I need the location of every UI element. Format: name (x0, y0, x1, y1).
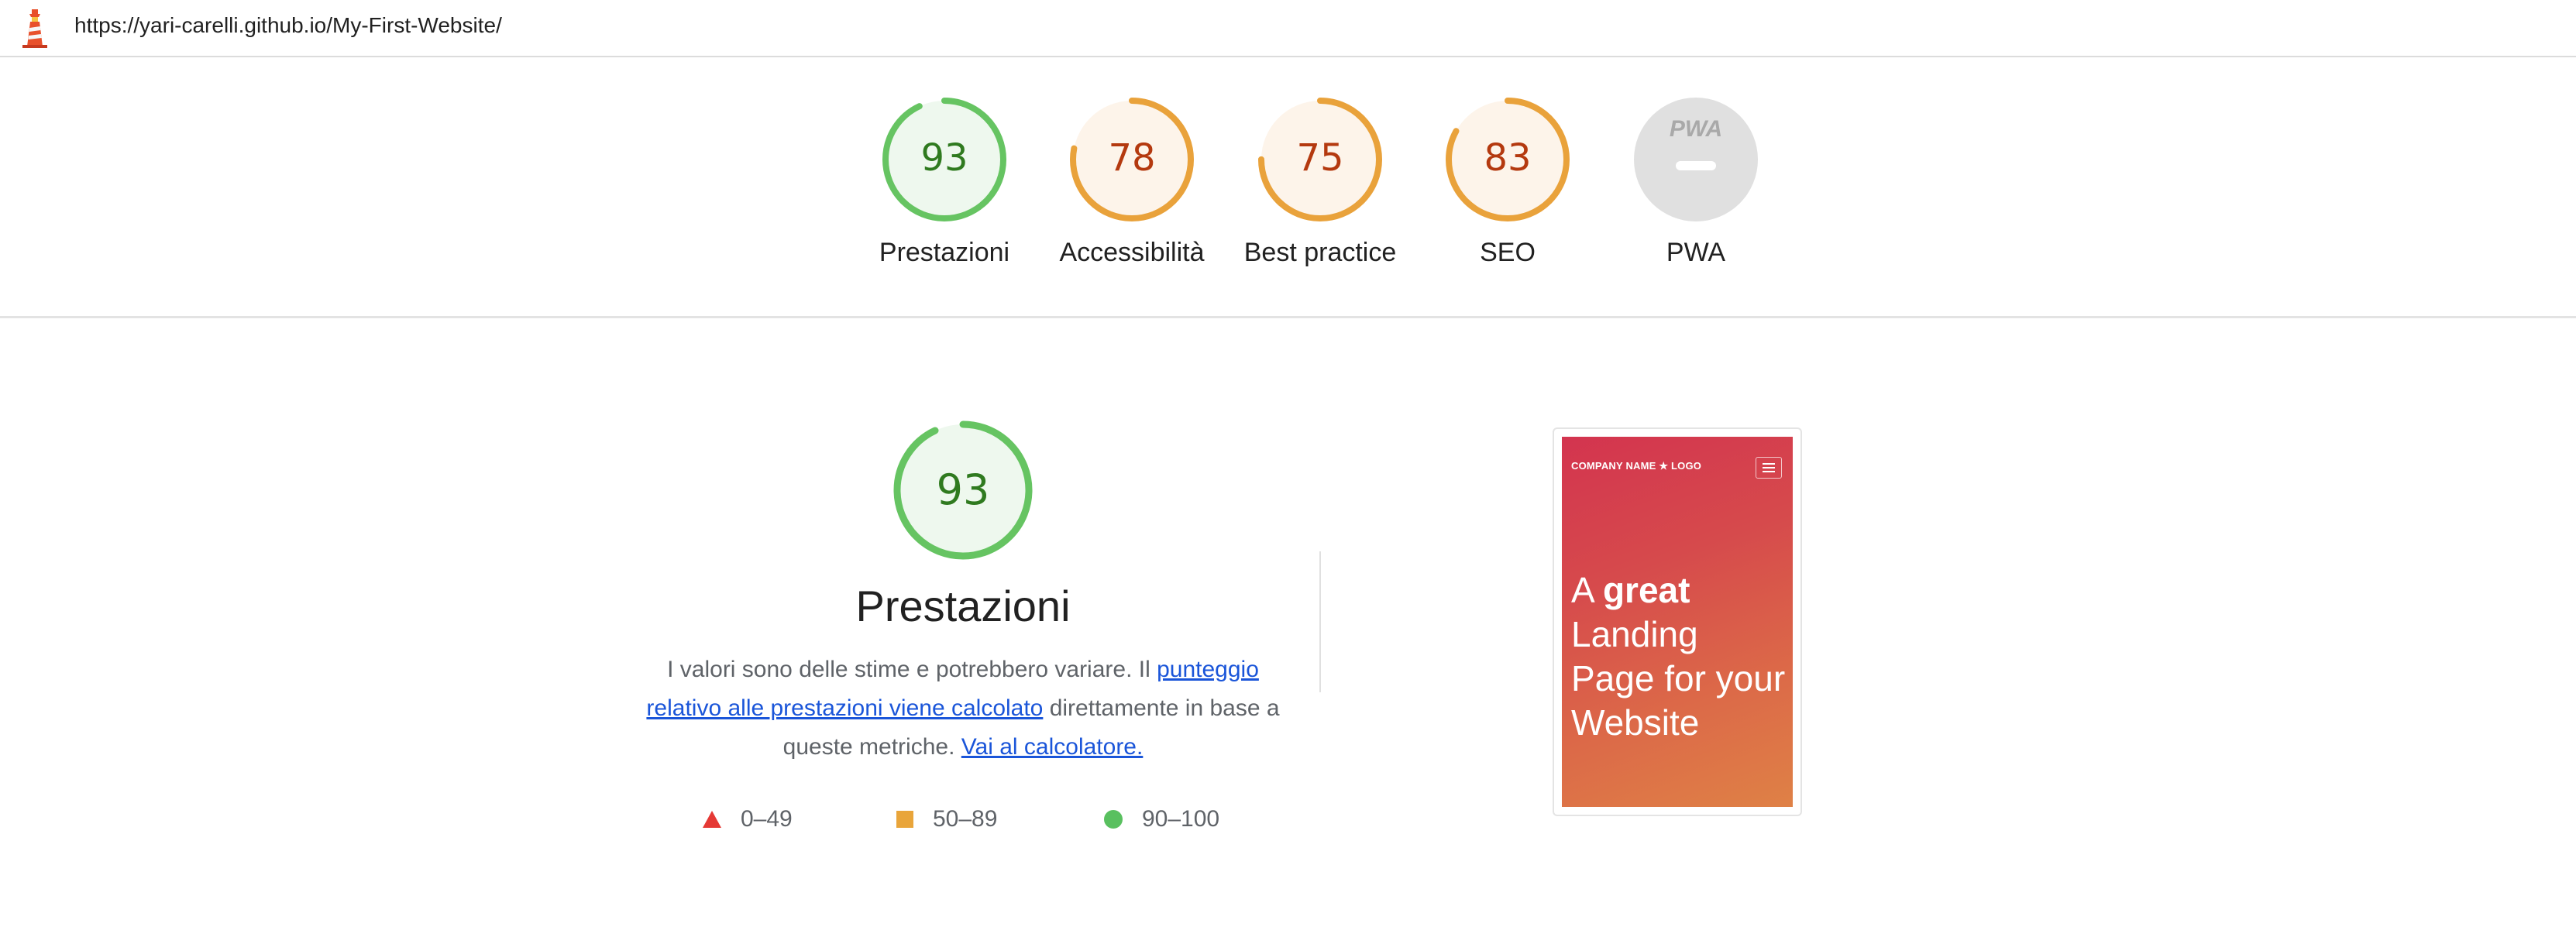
gauge-accessibilita[interactable]: 78 Accessibilità (1039, 96, 1225, 268)
square-icon (896, 811, 913, 828)
screenshot-hero-text: A great Landing Page for your Website (1571, 568, 1788, 745)
score-value: 78 (1108, 136, 1155, 180)
score-ring: 93 (882, 98, 1006, 221)
score-value: 75 (1296, 136, 1343, 180)
vertical-divider (1319, 551, 1321, 692)
hero-text-bold: great (1602, 570, 1690, 610)
legend-item-average: 50–89 (896, 804, 997, 835)
description-text: I valori sono delle stime e potrebbero v… (667, 657, 1157, 682)
performance-detail-gauge: 93 (893, 420, 1033, 560)
legend-range: 50–89 (933, 806, 998, 832)
circle-icon (1104, 810, 1123, 829)
gauge-prestazioni[interactable]: 93 Prestazioni (851, 96, 1037, 268)
score-value: 93 (920, 136, 968, 180)
gauge-pwa[interactable]: PWA PWA (1603, 96, 1789, 268)
gauge-label: Accessibilità (1059, 238, 1205, 267)
triangle-icon (703, 811, 721, 828)
section-title: Prestazioni (855, 582, 1071, 630)
screenshot-brand: COMPANY NAME ★ LOGO (1571, 460, 1702, 472)
legend-range: 90–100 (1142, 806, 1220, 832)
gauge-best-practice[interactable]: 75 Best practice (1227, 96, 1413, 268)
page-url[interactable]: https://yari-carelli.github.io/My-First-… (74, 12, 502, 39)
pwa-badge-icon: PWA (1634, 98, 1758, 221)
hamburger-menu-icon (1756, 457, 1782, 479)
top-bar: https://yari-carelli.github.io/My-First-… (0, 0, 2576, 57)
legend-range: 0–49 (741, 806, 793, 832)
score-value: 83 (1484, 136, 1531, 180)
page-screenshot[interactable]: COMPANY NAME ★ LOGO A great Landing Page … (1553, 427, 1802, 816)
calculator-link[interactable]: Vai al calcolatore. (961, 734, 1144, 760)
gauge-label: PWA (1666, 238, 1726, 267)
gauge-label: Best practice (1243, 238, 1397, 267)
hero-text-rest: Landing Page for your Website (1571, 614, 1786, 743)
score-ring: 75 (1258, 98, 1382, 221)
score-value: 93 (937, 465, 990, 514)
section-description: I valori sono delle stime e potrebbero v… (635, 650, 1291, 767)
legend-item-pass: 90–100 (1103, 804, 1219, 835)
score-legend: 0–49 50–89 90–100 (697, 804, 1317, 835)
lighthouse-logo-icon (22, 9, 47, 48)
gauge-seo[interactable]: 83 SEO (1415, 96, 1601, 268)
score-ring: 83 (1446, 98, 1570, 221)
legend-item-fail: 0–49 (702, 804, 793, 835)
screenshot-preview: COMPANY NAME ★ LOGO A great Landing Page … (1562, 437, 1793, 807)
pwa-badge-text: PWA (1670, 116, 1722, 142)
gauge-label: SEO (1480, 238, 1536, 267)
gauge-label: Prestazioni (879, 238, 1010, 267)
score-summary: 93 Prestazioni 78 Accessibilità 75 Best … (0, 57, 2576, 318)
score-ring: 78 (1070, 98, 1194, 221)
hero-text-a: A (1571, 570, 1603, 610)
